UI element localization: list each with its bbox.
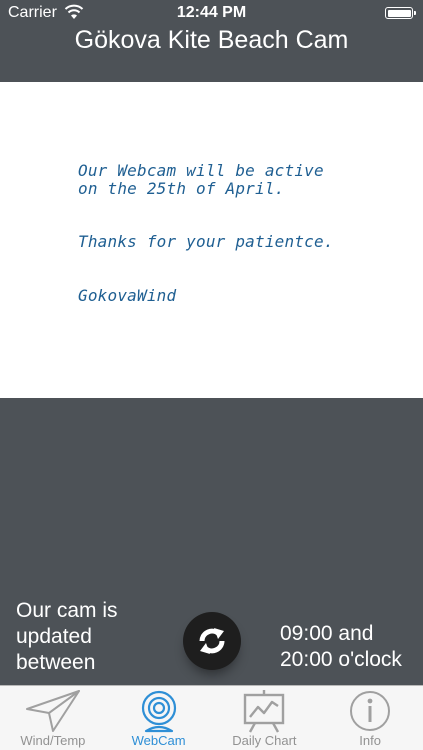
update-hours-text: 09:00 and 20:00 o'clock xyxy=(280,621,423,673)
tab-label: Info xyxy=(359,733,381,748)
refresh-button[interactable] xyxy=(183,612,241,670)
tab-webcam[interactable]: WebCam xyxy=(106,686,212,750)
battery-icon xyxy=(385,7,416,19)
tab-label: Wind/Temp xyxy=(20,733,86,748)
webcam-image: Our Webcam will be active on the 25th of… xyxy=(0,82,423,398)
status-bar: Carrier 12:44 PM xyxy=(0,0,423,28)
webcam-note-signature: GokovaWind xyxy=(78,286,177,305)
update-hours-start: 09:00 and xyxy=(280,622,374,645)
webcam-note-line: Our Webcam will be active xyxy=(78,161,324,180)
page-title: Gökova Kite Beach Cam xyxy=(74,26,349,54)
tab-label: WebCam xyxy=(131,733,186,748)
tab-info[interactable]: Info xyxy=(317,686,423,750)
tab-label: Daily Chart xyxy=(232,733,297,748)
clock: 12:44 PM xyxy=(176,4,247,21)
refresh-icon xyxy=(199,628,225,654)
webcam-note-line: Thanks for your patientce. xyxy=(78,232,334,251)
paper-plane-icon xyxy=(25,689,81,736)
update-info-text: Our cam is updated between xyxy=(16,599,118,674)
tab-daily-chart[interactable]: Daily Chart xyxy=(212,686,318,750)
tab-bar: Wind/Temp WebCam Daily Chart Info xyxy=(0,685,423,750)
info-icon xyxy=(348,689,392,736)
update-hours-end: 20:00 o'clock xyxy=(280,648,402,671)
tab-wind-temp[interactable]: Wind/Temp xyxy=(0,686,106,750)
webcam-note-line: on the 25th of April. xyxy=(78,179,285,198)
webcam-icon xyxy=(139,689,179,736)
chart-board-icon xyxy=(241,689,287,736)
